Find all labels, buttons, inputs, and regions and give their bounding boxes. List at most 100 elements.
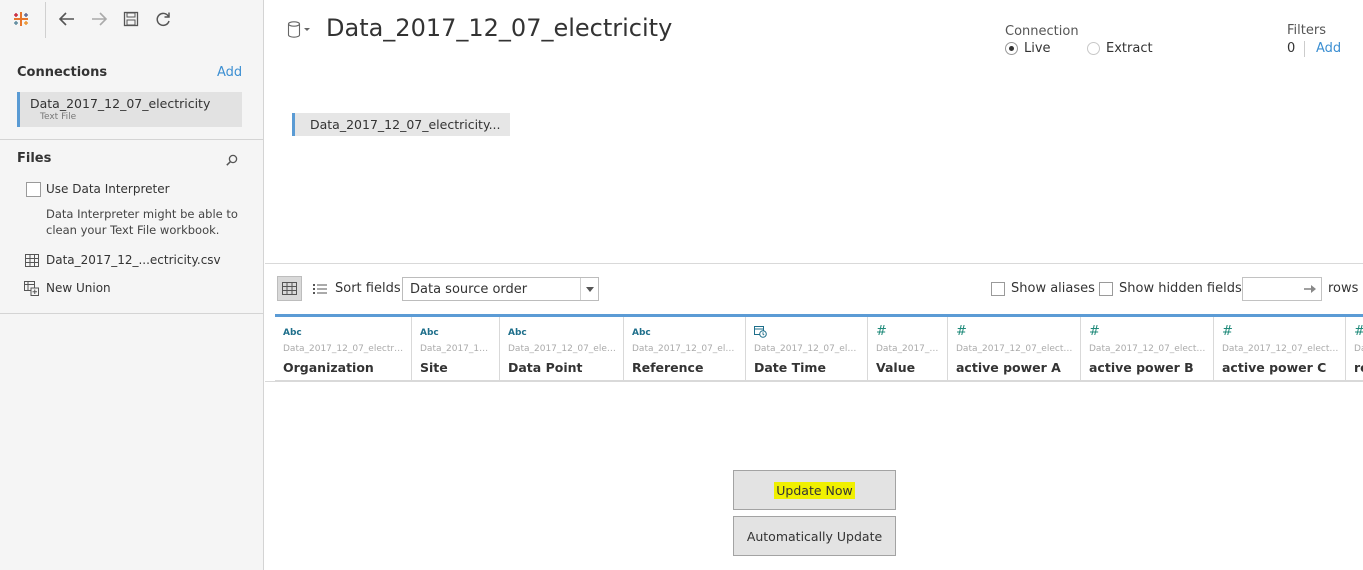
use-data-interpreter-checkbox[interactable]	[26, 182, 41, 197]
go-arrow-icon[interactable]	[1303, 282, 1317, 296]
column-source: Data_2017_12_07_electrici...	[956, 344, 1074, 354]
column-header-strip: Abc Data_2017_12_07_electricit... Organi…	[275, 314, 1363, 381]
number-type-icon: #	[956, 324, 967, 339]
string-type-icon: Abc	[420, 328, 439, 338]
string-type-icon: Abc	[283, 328, 302, 338]
column-header[interactable]: Abc Data_2017_12_... Site	[412, 317, 500, 381]
column-source: Da	[1354, 344, 1363, 354]
column-header[interactable]: # Data_2017_12_07_electrici... active po…	[1081, 317, 1214, 381]
filters-group: Filters 0 Add	[1287, 23, 1341, 57]
column-source: Data_2017_12_07_elect...	[632, 344, 739, 354]
connections-title: Connections	[17, 65, 108, 80]
string-type-icon: Abc	[632, 328, 651, 338]
column-header[interactable]: # Data_2017_12_07_electrici... active po…	[948, 317, 1081, 381]
update-now-button[interactable]: Update Now	[733, 470, 896, 510]
canvas-table-label: Data_2017_12_07_electricity...	[310, 117, 501, 132]
number-type-icon: #	[1089, 324, 1100, 339]
number-type-icon: #	[1222, 324, 1233, 339]
column-source: Data_2017_12_07_elect...	[754, 344, 861, 354]
add-filter-link[interactable]: Add	[1316, 41, 1341, 56]
connection-item-name: Data_2017_12_07_electricity	[30, 96, 211, 111]
divider	[0, 139, 264, 140]
column-header[interactable]: # Da re	[1346, 317, 1363, 381]
column-source: Data_2017_12_07_electric...	[1222, 344, 1339, 354]
save-icon[interactable]	[121, 9, 141, 29]
back-arrow-icon[interactable]	[57, 9, 77, 29]
search-icon[interactable]	[225, 152, 239, 166]
toolbar-divider	[45, 2, 46, 38]
add-connection-link[interactable]: Add	[217, 65, 242, 80]
connection-live-radio[interactable]: Live	[1005, 41, 1051, 56]
canvas-table-pill[interactable]: Data_2017_12_07_electricity...	[292, 113, 510, 136]
column-name: re	[1354, 360, 1363, 375]
forward-arrow-icon[interactable]	[89, 9, 109, 29]
column-name: Organization	[283, 360, 374, 375]
grid-icon	[282, 282, 297, 295]
divider	[0, 313, 264, 314]
data-source-dropdown-icon[interactable]	[287, 20, 313, 40]
connection-item-type: Text File	[40, 112, 77, 122]
list-view-button[interactable]	[307, 276, 332, 301]
column-header[interactable]: Abc Data_2017_12_07_electr... Data Point	[500, 317, 624, 381]
file-item-new-union[interactable]: New Union	[24, 279, 111, 297]
data-source-title[interactable]: Data_2017_12_07_electricity	[326, 14, 672, 42]
sort-fields-value: Data source order	[410, 282, 528, 297]
use-data-interpreter-label: Use Data Interpreter	[46, 182, 170, 196]
column-header[interactable]: # Data_2017_12... Value	[868, 317, 948, 381]
connection-item[interactable]: Data_2017_12_07_electricity Text File	[17, 92, 242, 127]
radio-unselected-icon	[1087, 42, 1100, 55]
show-aliases-checkbox[interactable]: Show aliases	[991, 281, 1095, 296]
filters-label: Filters	[1287, 23, 1326, 38]
string-type-icon: Abc	[508, 328, 527, 338]
column-name: Date Time	[754, 360, 826, 375]
sort-fields-select[interactable]: Data source order	[402, 277, 599, 301]
column-name: Value	[876, 360, 916, 375]
list-icon	[312, 283, 327, 294]
column-source: Data_2017_12...	[876, 344, 941, 354]
files-title: Files	[17, 151, 52, 166]
connection-type-group: Connection Live Extract	[1005, 24, 1153, 56]
column-header[interactable]: Abc Data_2017_12_07_elect... Reference	[624, 317, 746, 381]
filters-count: 0	[1287, 41, 1296, 56]
column-source: Data_2017_12_...	[420, 344, 493, 354]
radio-selected-icon	[1005, 42, 1018, 55]
grid-view-button[interactable]	[277, 276, 302, 301]
number-type-icon: #	[876, 324, 887, 339]
column-header[interactable]: Abc Data_2017_12_07_electricit... Organi…	[275, 317, 412, 381]
show-hidden-fields-checkbox[interactable]: Show hidden fields	[1099, 281, 1242, 296]
checkbox-icon	[991, 281, 1005, 296]
rows-label: rows	[1328, 281, 1359, 296]
refresh-icon[interactable]	[153, 9, 173, 29]
rows-input[interactable]	[1242, 277, 1322, 301]
column-name: Site	[420, 360, 448, 375]
update-now-label: Update Now	[774, 481, 855, 499]
column-source: Data_2017_12_07_electr...	[508, 344, 617, 354]
file-item-csv[interactable]: Data_2017_12_...ectricity.csv	[24, 251, 221, 269]
filters-divider	[1304, 41, 1305, 57]
data-interpreter-description: Data Interpreter might be able to clean …	[46, 207, 238, 237]
column-source: Data_2017_12_07_electrici...	[1089, 344, 1207, 354]
table-icon	[24, 253, 39, 268]
checkbox-icon	[1099, 281, 1113, 296]
column-header[interactable]: # Data_2017_12_07_electric... active pow…	[1214, 317, 1346, 381]
automatically-update-label: Automatically Update	[746, 528, 883, 544]
date-time-icon	[754, 325, 767, 341]
column-name: active power C	[1222, 360, 1327, 375]
show-aliases-label: Show aliases	[1011, 281, 1095, 296]
tableau-logo-icon[interactable]	[11, 9, 31, 29]
connection-extract-label: Extract	[1106, 41, 1153, 56]
union-icon	[24, 280, 39, 296]
column-name: active power B	[1089, 360, 1194, 375]
column-header[interactable]: Data_2017_12_07_elect... Date Time	[746, 317, 868, 381]
automatically-update-button[interactable]: Automatically Update	[733, 516, 896, 556]
toolbar	[0, 0, 264, 40]
connection-label: Connection	[1005, 24, 1079, 39]
left-pane: Connections Add Data_2017_12_07_electric…	[0, 0, 264, 570]
column-name: active power A	[956, 360, 1061, 375]
show-hidden-fields-label: Show hidden fields	[1119, 281, 1242, 296]
connection-extract-radio[interactable]: Extract	[1087, 41, 1153, 56]
grid-divider	[265, 381, 1363, 382]
connection-live-label: Live	[1024, 41, 1051, 56]
file-item-label: Data_2017_12_...ectricity.csv	[46, 253, 221, 267]
number-type-icon: #	[1354, 324, 1363, 339]
